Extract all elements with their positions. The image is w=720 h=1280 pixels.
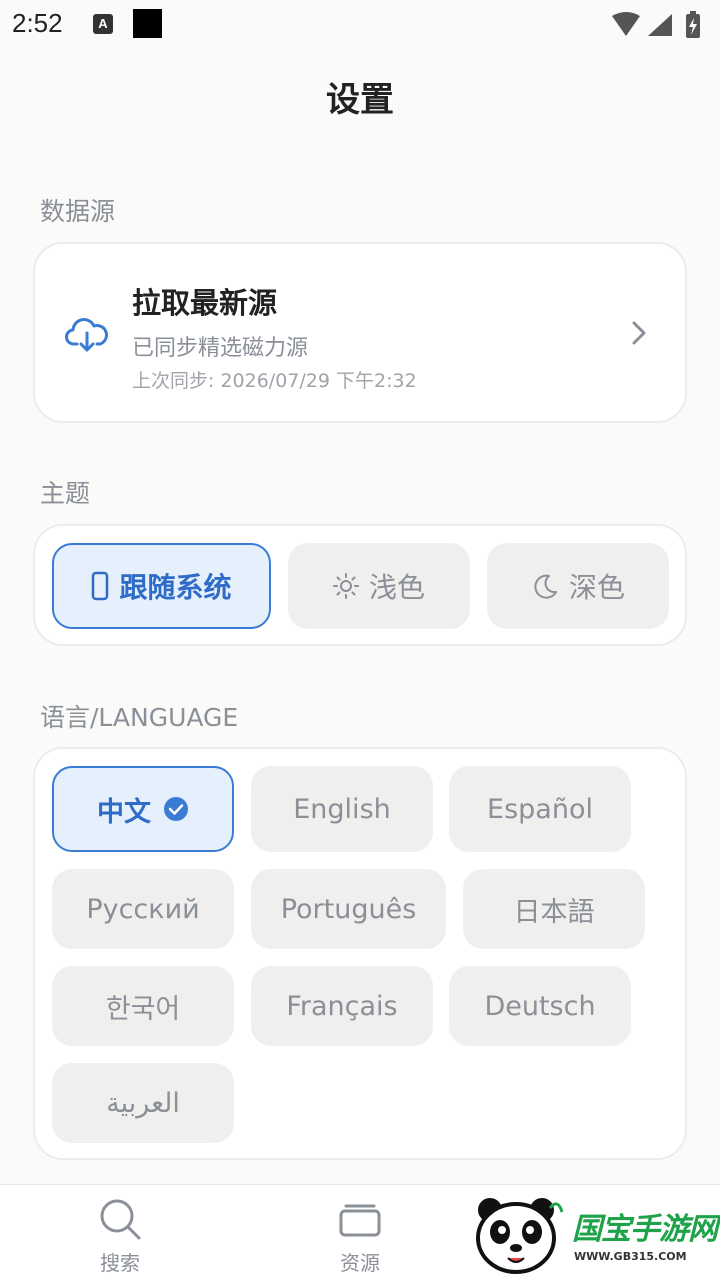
language-option-fr[interactable]: Français	[251, 966, 433, 1046]
status-icons	[608, 10, 708, 40]
pull-latest-source-card[interactable]: 拉取最新源 已同步精选磁力源 上次同步: 2026/07/29 下午2:32	[33, 242, 687, 423]
theme-option-light[interactable]: 浅色	[288, 543, 470, 629]
language-option-es[interactable]: Español	[449, 766, 631, 852]
theme-option-system[interactable]: 跟随系统	[52, 543, 271, 629]
language-option-zh[interactable]: 中文	[52, 766, 234, 852]
language-option-label: 中文	[97, 796, 151, 828]
chevron-right-icon	[631, 320, 647, 350]
wifi-icon	[612, 12, 640, 36]
language-option-ru[interactable]: Русский	[52, 869, 234, 949]
nav-label: 搜索	[100, 1251, 140, 1275]
nav-item-search[interactable]: 搜索	[60, 1197, 180, 1276]
language-option-label: English	[293, 793, 391, 825]
language-option-ar[interactable]: العربية	[52, 1063, 234, 1143]
page-title: 设置	[326, 80, 394, 120]
language-option-label: العربية	[106, 1087, 180, 1119]
theme-option-label: 跟随系统	[119, 571, 232, 604]
nav-label: 资源	[340, 1251, 380, 1275]
theme-option-label: 浅色	[368, 571, 425, 604]
last-sync-time: 上次同步: 2026/07/29 下午2:32	[132, 370, 417, 392]
stack-icon	[300, 1197, 420, 1241]
source-title: 拉取最新源	[132, 286, 278, 320]
language-option-label: Português	[280, 893, 417, 925]
theme-option-label: 深色	[568, 571, 625, 604]
language-option-de[interactable]: Deutsch	[449, 966, 631, 1046]
sun-icon	[332, 573, 359, 599]
section-label-data-source: 数据源	[40, 197, 116, 226]
section-label-language: 语言/LANGUAGE	[40, 703, 239, 732]
check-circle-icon	[163, 796, 189, 822]
battery-icon	[686, 11, 700, 38]
status-time: 2:52	[12, 8, 63, 38]
watermark-url: WWW.GB315.COM	[574, 1250, 687, 1263]
language-option-label: 日本語	[513, 896, 595, 928]
theme-option-dark[interactable]: 深色	[487, 543, 669, 629]
language-option-label: Deutsch	[484, 990, 596, 1022]
status-bar: 2:52 A	[0, 0, 720, 50]
section-label-theme: 主题	[40, 479, 91, 508]
language-option-pt[interactable]: Português	[251, 869, 446, 949]
moon-icon	[531, 572, 559, 600]
source-subtitle: 已同步精选磁力源	[132, 336, 309, 361]
language-option-label: Français	[286, 990, 398, 1022]
language-option-en[interactable]: English	[251, 766, 433, 852]
cloud-download-icon	[65, 314, 109, 358]
watermark-text: 国宝手游网	[572, 1212, 718, 1247]
signal-icon	[648, 14, 672, 36]
language-option-label: Español	[487, 793, 593, 825]
language-option-label: Русский	[86, 893, 200, 925]
theme-card: 跟随系统 浅色 深色	[33, 524, 687, 646]
nav-item-resources[interactable]: 资源	[300, 1197, 420, 1276]
watermark-logo: 国宝手游网 WWW.GB315.COM	[466, 1188, 720, 1280]
language-option-label: 한국어	[105, 993, 181, 1025]
phone-icon	[91, 571, 109, 601]
language-option-ko[interactable]: 한국어	[52, 966, 234, 1046]
accessibility-notification-icon: A	[93, 14, 113, 34]
notification-square-icon	[133, 9, 162, 38]
search-icon	[60, 1197, 180, 1241]
language-option-ja[interactable]: 日本語	[463, 869, 645, 949]
language-card: 中文 English Español Русский Português 日本語…	[33, 747, 687, 1160]
panda-icon	[476, 1198, 564, 1274]
